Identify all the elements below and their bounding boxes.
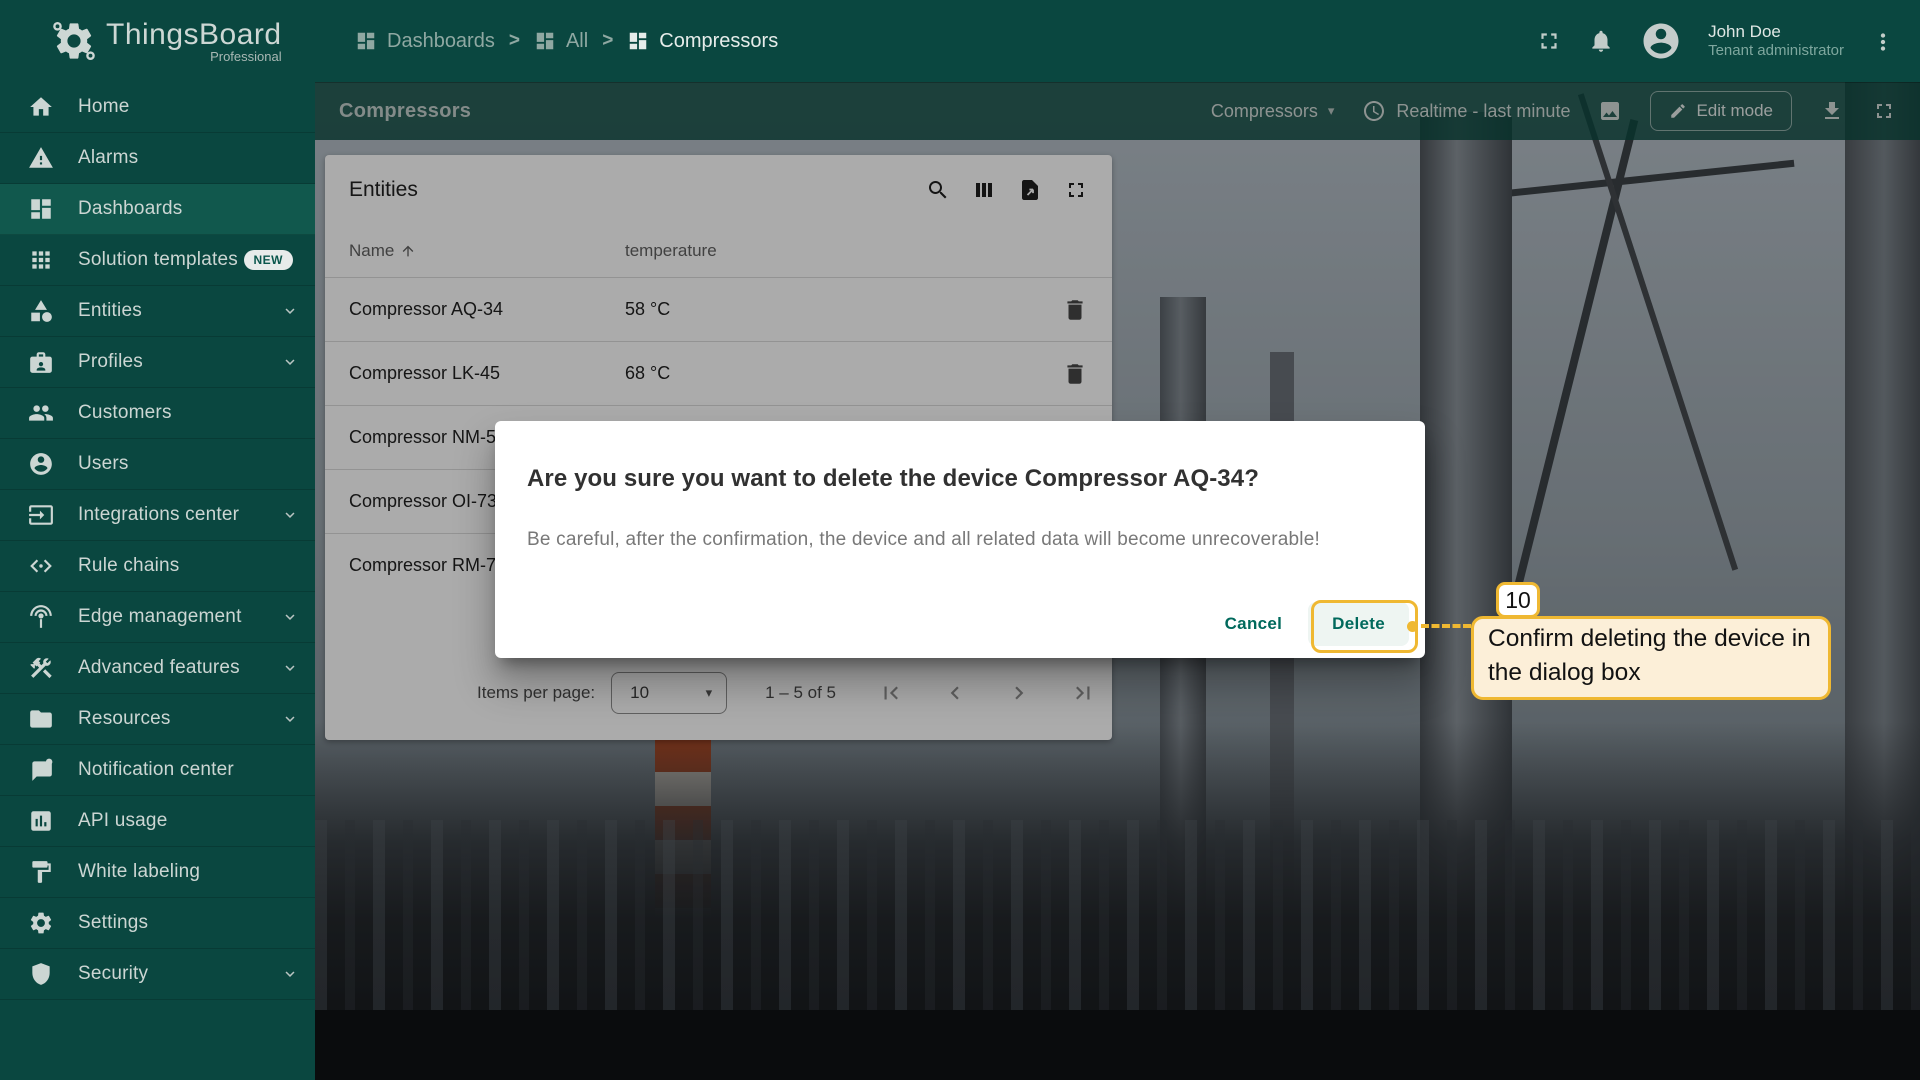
breadcrumb: Dashboards > All > Compressors: [355, 30, 778, 53]
breadcrumb-item-compressors[interactable]: Compressors: [627, 30, 778, 53]
delete-confirmation-dialog: Are you sure you want to delete the devi…: [495, 421, 1425, 658]
sidebar-item-advanced-features[interactable]: Advanced features: [0, 643, 315, 694]
sidebar-item-settings[interactable]: Settings: [0, 898, 315, 949]
thingsboard-logo-icon: [52, 19, 96, 63]
avatar[interactable]: [1640, 20, 1682, 62]
notifications-bell-icon[interactable]: [1588, 28, 1614, 54]
chevron-down-icon: [281, 506, 299, 524]
shield-icon: [28, 961, 54, 987]
white-labeling-icon: [28, 859, 54, 885]
dashboards-grid-icon: [534, 30, 556, 52]
annotation-connector-line: [1421, 624, 1471, 628]
annotation-callout: Confirm deleting the device in the dialo…: [1471, 616, 1831, 700]
annotation-step-badge: 10: [1496, 582, 1540, 618]
user-menu[interactable]: John Doe Tenant administrator: [1708, 21, 1844, 61]
breadcrumb-separator: >: [509, 30, 520, 52]
breadcrumb-item-dashboards[interactable]: Dashboards: [355, 30, 495, 53]
more-options-icon[interactable]: [1870, 29, 1894, 53]
annotation-highlight-box: [1311, 600, 1418, 653]
sidebar-item-users[interactable]: Users: [0, 439, 315, 490]
fullscreen-button[interactable]: [1536, 28, 1562, 54]
new-badge: NEW: [244, 250, 294, 270]
sidebar-item-dashboards[interactable]: Dashboards: [0, 184, 315, 235]
rule-chains-icon: [28, 553, 54, 579]
warning-icon: [28, 145, 54, 171]
sidebar-item-entities[interactable]: Entities: [0, 286, 315, 337]
chevron-down-icon: [281, 659, 299, 677]
thingsboard-app: Compressors Compressors ▾ Realtime - las…: [0, 0, 1920, 1080]
brand-name: ThingsBoard: [106, 18, 282, 52]
user-role: Tenant administrator: [1708, 42, 1844, 61]
notification-icon: [28, 757, 54, 783]
user-name: John Doe: [1708, 21, 1844, 42]
chevron-down-icon: [281, 710, 299, 728]
sidebar-item-integrations-center[interactable]: Integrations center: [0, 490, 315, 541]
profiles-icon: [28, 349, 54, 375]
gear-icon: [28, 910, 54, 936]
dashboards-grid-icon: [627, 30, 649, 52]
home-icon: [28, 94, 54, 120]
sidebar: ThingsBoard Professional Home Alarms Das…: [0, 0, 315, 1080]
user-circle-icon: [28, 451, 54, 477]
entities-icon: [28, 298, 54, 324]
sidebar-item-alarms[interactable]: Alarms: [0, 133, 315, 184]
apps-grid-icon: [28, 247, 54, 273]
annotation-connector-dot: [1407, 621, 1418, 632]
sidebar-item-solution-templates[interactable]: Solution templates NEW: [0, 235, 315, 286]
chevron-down-icon: [281, 608, 299, 626]
sidebar-item-profiles[interactable]: Profiles: [0, 337, 315, 388]
sidebar-item-rule-chains[interactable]: Rule chains: [0, 541, 315, 592]
edge-antenna-icon: [28, 604, 54, 630]
dialog-title: Are you sure you want to delete the devi…: [527, 465, 1393, 493]
breadcrumb-item-all[interactable]: All: [534, 30, 588, 53]
top-header: Dashboards > All > Compressors John Doe …: [315, 0, 1920, 82]
chevron-down-icon: [281, 965, 299, 983]
integrations-icon: [28, 502, 54, 528]
api-usage-icon: [28, 808, 54, 834]
advanced-features-icon: [28, 655, 54, 681]
customers-icon: [28, 400, 54, 426]
sidebar-item-api-usage[interactable]: API usage: [0, 796, 315, 847]
sidebar-item-customers[interactable]: Customers: [0, 388, 315, 439]
brand-edition: Professional: [106, 49, 282, 64]
dialog-body: Be careful, after the confirmation, the …: [527, 529, 1393, 551]
cancel-button[interactable]: Cancel: [1207, 602, 1301, 646]
sidebar-item-notification-center[interactable]: Notification center: [0, 745, 315, 796]
dashboards-grid-icon: [355, 30, 377, 52]
chevron-down-icon: [281, 353, 299, 371]
sidebar-item-white-labeling[interactable]: White labeling: [0, 847, 315, 898]
sidebar-item-edge-management[interactable]: Edge management: [0, 592, 315, 643]
brand-logo[interactable]: ThingsBoard Professional: [0, 0, 315, 82]
folder-icon: [28, 706, 54, 732]
dashboards-icon: [28, 196, 54, 222]
sidebar-item-security[interactable]: Security: [0, 949, 315, 1000]
breadcrumb-separator: >: [602, 30, 613, 52]
chevron-down-icon: [281, 302, 299, 320]
sidebar-item-home[interactable]: Home: [0, 82, 315, 133]
sidebar-item-resources[interactable]: Resources: [0, 694, 315, 745]
